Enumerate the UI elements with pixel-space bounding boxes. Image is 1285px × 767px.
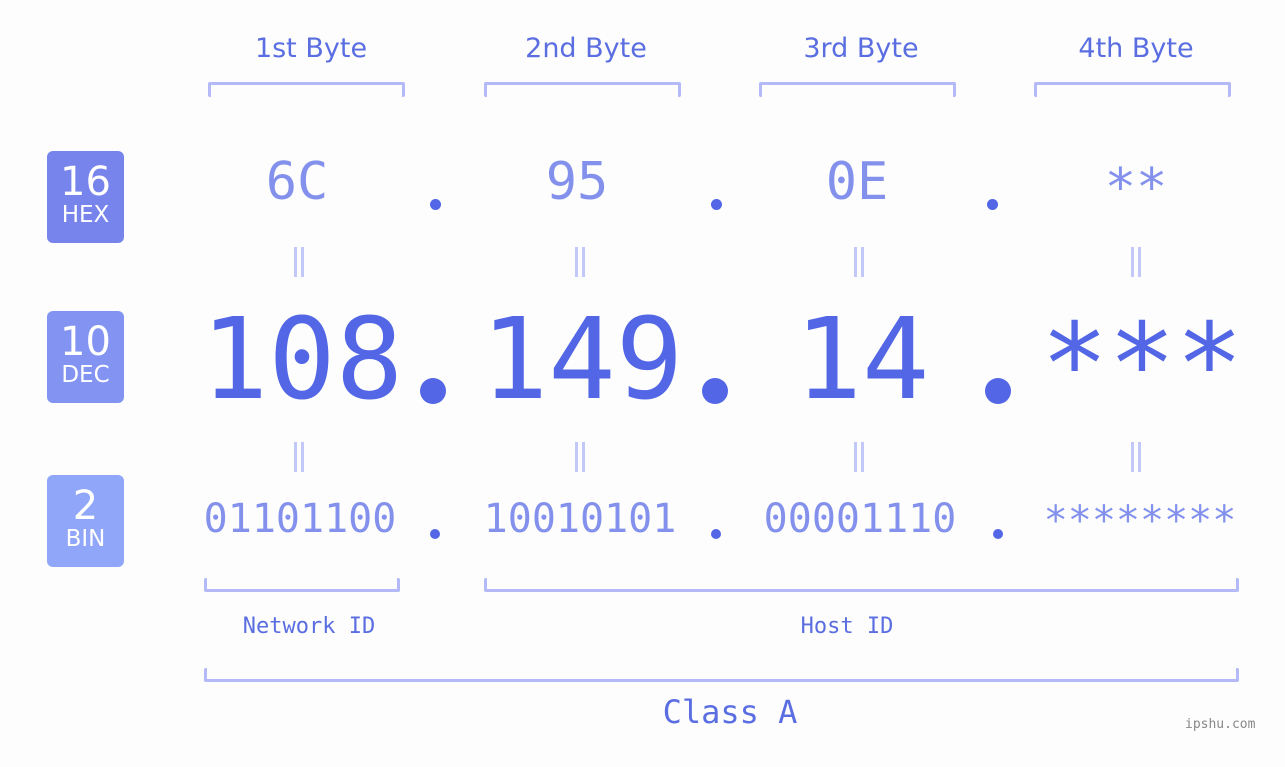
bin-value-1: 01101100 [203,496,397,542]
equals-icon [573,442,587,472]
hex-badge: 16 HEX [47,151,124,243]
dec-value-1: 108 [200,295,404,425]
class-label: Class A [662,693,798,731]
byte-bracket-4 [1034,82,1231,97]
dec-label: DEC [61,362,110,388]
hex-separator-1 [430,199,441,210]
equals-icon [1129,442,1143,472]
bin-value-2: 10010101 [483,496,677,542]
bin-value-3: 00001110 [763,496,957,542]
equals-icon [852,247,866,277]
bin-label: BIN [65,526,106,552]
bin-value-4: ******** [1043,498,1237,544]
hex-value-4: ** [1104,158,1168,218]
class-bracket [204,668,1239,682]
hex-separator-3 [987,199,998,210]
equals-icon [573,247,587,277]
hex-value-1: 6C [265,152,329,212]
hex-value-2: 95 [545,152,609,212]
bin-separator-3 [993,529,1003,539]
dec-value-4: *** [1040,300,1244,430]
bin-badge: 2 BIN [47,475,124,567]
byte-header-2: 2nd Byte [525,33,647,64]
hex-base: 16 [60,159,111,205]
dec-separator-3 [985,378,1011,404]
host-id-bracket [484,578,1239,592]
equals-icon [852,442,866,472]
host-id-label: Host ID [800,614,894,639]
bin-separator-1 [430,529,440,539]
hex-separator-2 [711,199,722,210]
bin-base: 2 [72,483,99,529]
dec-badge: 10 DEC [47,311,124,403]
equals-icon [1129,247,1143,277]
dec-value-3: 14 [794,295,930,425]
byte-bracket-1 [208,82,405,97]
hex-value-3: 0E [825,152,889,212]
byte-bracket-2 [484,82,681,97]
byte-header-1: 1st Byte [254,33,368,64]
byte-header-3: 3rd Byte [803,33,919,64]
hex-label: HEX [61,202,110,228]
bin-separator-2 [711,529,721,539]
dec-base: 10 [60,319,111,365]
byte-bracket-3 [759,82,956,97]
equals-icon [292,247,306,277]
watermark: ipshu.com [1185,717,1256,732]
dec-separator-1 [420,378,446,404]
network-id-label: Network ID [242,614,376,639]
dec-separator-2 [702,378,728,404]
dec-value-2: 149 [480,295,684,425]
byte-header-4: 4th Byte [1078,33,1194,64]
equals-icon [292,442,306,472]
network-id-bracket [204,578,400,592]
